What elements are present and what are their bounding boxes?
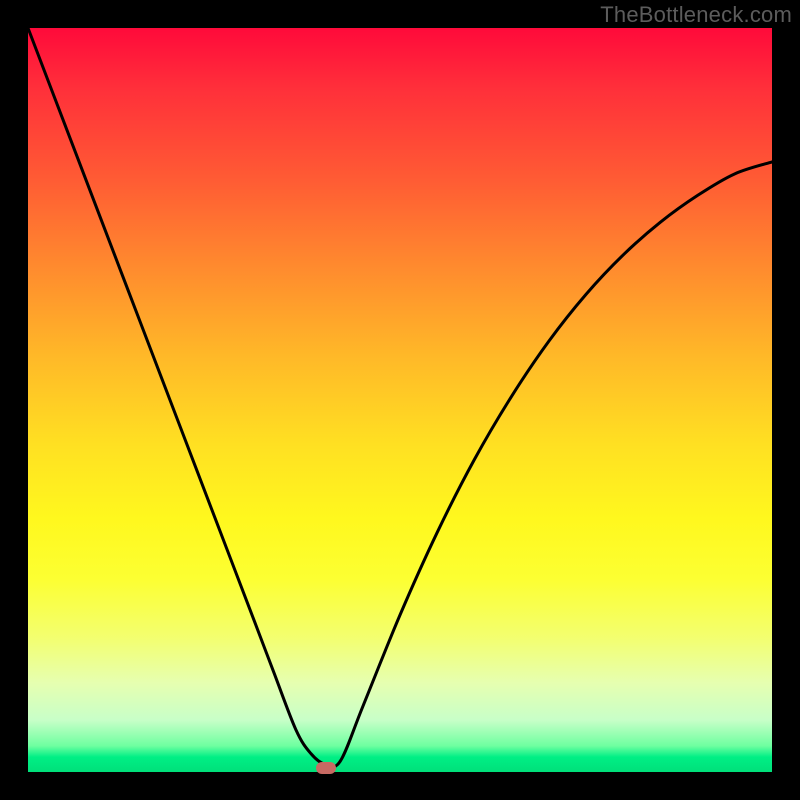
- plot-area: [28, 28, 772, 772]
- curve-svg: [28, 28, 772, 772]
- watermark-text: TheBottleneck.com: [600, 2, 792, 28]
- optimum-marker: [316, 762, 336, 774]
- chart-frame: TheBottleneck.com: [0, 0, 800, 800]
- bottleneck-curve-path: [28, 28, 772, 767]
